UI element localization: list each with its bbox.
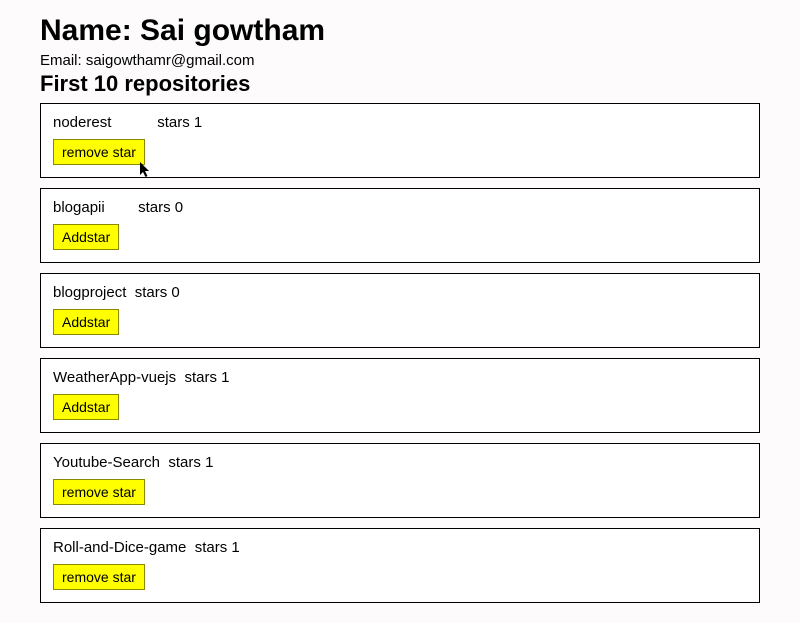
repo-card: blogproject stars 0 Addstar (40, 273, 760, 348)
email-line: Email: saigowthamr@gmail.com (40, 52, 760, 69)
add-star-button[interactable]: Addstar (53, 394, 119, 420)
repo-name: noderest (53, 114, 111, 131)
repo-info-line: noderest stars 1 (53, 114, 747, 131)
remove-star-button[interactable]: remove star (53, 479, 145, 505)
repo-gap (126, 284, 134, 301)
stars-label: stars (168, 454, 201, 471)
stars-label: stars (157, 114, 190, 131)
repo-gap (111, 114, 157, 131)
stars-count: 0 (175, 199, 183, 216)
stars-label: stars (135, 284, 168, 301)
stars-count: 0 (171, 284, 179, 301)
repo-gap (105, 199, 138, 216)
repos-heading: First 10 repositories (40, 71, 760, 97)
email-prefix: Email: (40, 52, 86, 69)
repo-info-line: WeatherApp-vuejs stars 1 (53, 369, 747, 386)
repo-info-line: Youtube-Search stars 1 (53, 454, 747, 471)
repo-card: WeatherApp-vuejs stars 1 Addstar (40, 358, 760, 433)
name-value: Sai gowtham (140, 14, 325, 47)
stars-count: 1 (231, 539, 239, 556)
add-star-button[interactable]: Addstar (53, 224, 119, 250)
remove-star-button[interactable]: remove star (53, 564, 145, 590)
repo-card: blogapii stars 0 Addstar (40, 188, 760, 263)
repo-info-line: blogproject stars 0 (53, 284, 747, 301)
stars-count: 1 (221, 369, 229, 386)
remove-star-button[interactable]: remove star (53, 139, 145, 165)
stars-label: stars (195, 539, 228, 556)
stars-count: 1 (194, 114, 202, 131)
name-heading: Name: Sai gowtham (40, 14, 760, 48)
add-star-button[interactable]: Addstar (53, 309, 119, 335)
repo-name: Youtube-Search (53, 454, 160, 471)
repos-container: noderest stars 1 remove star blogapii star… (40, 103, 760, 603)
repo-name: Roll-and-Dice-game (53, 539, 186, 556)
repo-info-line: Roll-and-Dice-game stars 1 (53, 539, 747, 556)
stars-label: stars (138, 199, 171, 216)
email-value: saigowthamr@gmail.com (86, 52, 255, 69)
repo-name: WeatherApp-vuejs (53, 369, 176, 386)
repo-card: Youtube-Search stars 1 remove star (40, 443, 760, 518)
repo-name: blogapii (53, 199, 105, 216)
repo-card: Roll-and-Dice-game stars 1 remove star (40, 528, 760, 603)
repo-gap (186, 539, 194, 556)
repo-card: noderest stars 1 remove star (40, 103, 760, 178)
repo-name: blogproject (53, 284, 126, 301)
repo-info-line: blogapii stars 0 (53, 199, 747, 216)
stars-count: 1 (205, 454, 213, 471)
name-prefix: Name: (40, 14, 140, 47)
stars-label: stars (184, 369, 217, 386)
